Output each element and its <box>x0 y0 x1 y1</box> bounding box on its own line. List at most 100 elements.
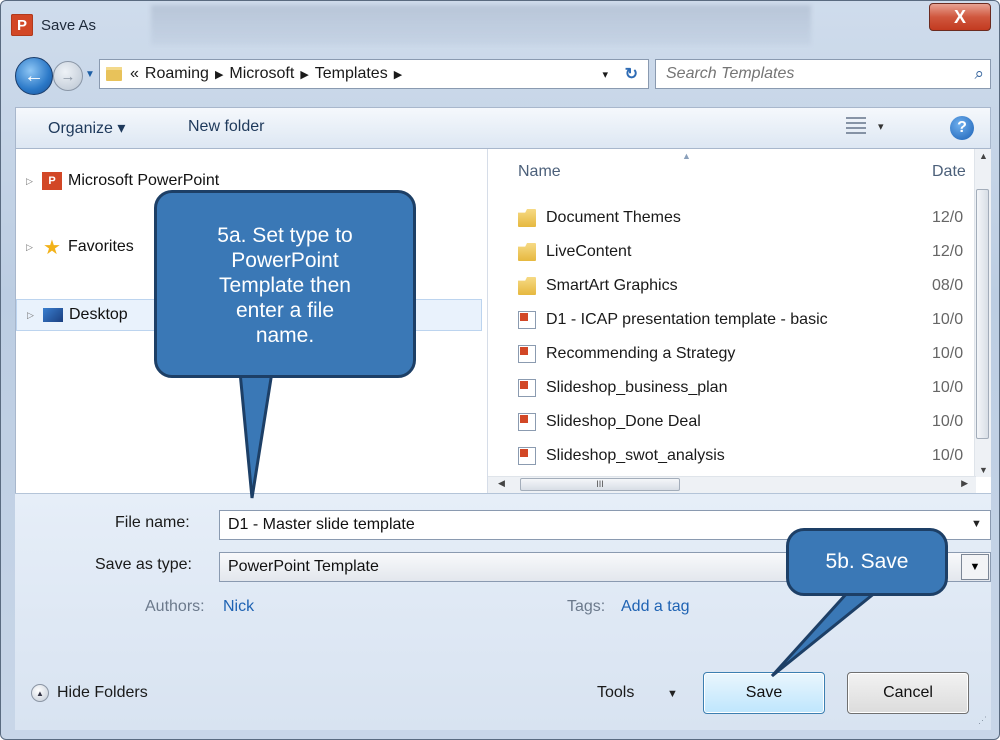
callout-line: name. <box>255 324 315 347</box>
file-name: SmartArt Graphics <box>546 277 678 294</box>
callout-set-type: 5a. Set type to PowerPoint Template then… <box>154 190 416 378</box>
address-bar[interactable]: « Roaming ▶ Microsoft ▶ Templates ▶ ▾ ↻ <box>99 59 649 89</box>
tree-item-label: Desktop <box>69 306 128 323</box>
powerpoint-file-icon <box>518 413 536 431</box>
hide-folders-label: Hide Folders <box>57 684 148 701</box>
expand-arrow-icon[interactable]: ▷ <box>27 310 37 321</box>
back-button[interactable]: ← <box>15 57 53 95</box>
file-row[interactable]: Document Themes <box>518 203 681 233</box>
expand-arrow-icon[interactable]: ▷ <box>26 176 36 187</box>
folder-icon <box>518 243 536 261</box>
scroll-down-icon[interactable]: ▼ <box>979 465 988 475</box>
powerpoint-app-icon: P <box>11 14 33 36</box>
help-icon[interactable]: ? <box>950 116 974 140</box>
desktop-icon <box>43 308 63 322</box>
vertical-scrollbar[interactable]: ▲ ▼ <box>974 149 991 477</box>
breadcrumb-overflow[interactable]: « <box>130 65 139 83</box>
file-date: 08/0 <box>932 277 964 294</box>
breadcrumb-separator[interactable]: ▶ <box>300 68 308 81</box>
view-options-icon[interactable] <box>846 117 866 137</box>
powerpoint-icon: P <box>42 172 62 190</box>
folder-icon <box>518 209 536 227</box>
expand-arrow-icon[interactable]: ▷ <box>26 242 36 253</box>
sort-ascending-icon: ▲ <box>682 151 691 161</box>
authors-label: Authors: <box>145 598 205 615</box>
tools-button[interactable]: Tools <box>597 684 634 702</box>
close-button[interactable]: X <box>929 3 991 31</box>
scroll-right-icon[interactable]: ▶ <box>961 478 968 489</box>
file-name: Document Themes <box>546 209 681 226</box>
address-dropdown-icon[interactable]: ▾ <box>602 68 608 81</box>
file-date: 12/0 <box>932 209 964 226</box>
scroll-up-icon[interactable]: ▲ <box>979 151 988 161</box>
navigation-bar: ← → ▼ « Roaming ▶ Microsoft ▶ Templates … <box>15 57 991 95</box>
breadcrumb-microsoft[interactable]: Microsoft <box>229 65 294 83</box>
save-button[interactable]: Save <box>703 672 825 714</box>
powerpoint-file-icon <box>518 345 536 363</box>
tree-item-label: Favorites <box>68 238 134 255</box>
file-row[interactable]: SmartArt Graphics <box>518 271 678 301</box>
refresh-icon[interactable]: ↻ <box>625 64 638 84</box>
organize-button[interactable]: Organize ▾ <box>48 118 125 138</box>
file-name: Slideshop_swot_analysis <box>546 447 725 464</box>
callout-save: 5b. Save <box>786 528 948 596</box>
breadcrumb-separator[interactable]: ▶ <box>215 68 223 81</box>
powerpoint-file-icon <box>518 447 536 465</box>
search-icon[interactable]: ⌕ <box>974 64 984 84</box>
breadcrumb-roaming[interactable]: Roaming <box>145 65 209 83</box>
folder-icon <box>518 277 536 295</box>
tags-value[interactable]: Add a tag <box>621 598 690 616</box>
file-list-pane: ▲ Name Date Document Themes 12/0 LiveConte… <box>487 149 991 493</box>
breadcrumb-templates[interactable]: Templates <box>315 65 388 83</box>
resize-grip-icon[interactable]: ⋰ <box>978 715 987 726</box>
tools-dropdown-icon[interactable]: ▼ <box>667 688 678 700</box>
background-window-ghost <box>151 5 811 45</box>
window-title: Save As <box>41 16 97 34</box>
cancel-button[interactable]: Cancel <box>847 672 969 714</box>
title-bar: P Save As <box>11 7 96 43</box>
search-input[interactable] <box>664 64 938 84</box>
file-date: 10/0 <box>932 345 964 362</box>
scroll-left-icon[interactable]: ◀ <box>498 478 505 489</box>
file-name: Slideshop_business_plan <box>546 379 728 396</box>
file-name: LiveContent <box>546 243 632 260</box>
powerpoint-file-icon <box>518 379 536 397</box>
file-name-dropdown-icon[interactable]: ▼ <box>971 518 982 530</box>
collapse-icon: ▲ <box>31 684 49 702</box>
save-as-type-dropdown-icon[interactable]: ▼ <box>961 554 989 580</box>
hide-folders-button[interactable]: ▲ Hide Folders <box>31 684 148 702</box>
command-toolbar: Organize ▾ New folder ▾ ? <box>15 107 991 149</box>
horizontal-scrollbar[interactable]: ◀ III ▶ <box>488 476 976 493</box>
callout-line: 5a. Set type to <box>217 224 353 247</box>
callout-line: PowerPoint <box>231 249 339 272</box>
star-icon: ★ <box>43 236 61 259</box>
tree-item-favorites[interactable]: ▷ ★ Favorites <box>16 231 134 263</box>
callout-line: enter a file <box>235 299 335 322</box>
file-row[interactable]: D1 - ICAP presentation template - basic <box>518 305 828 335</box>
file-name: D1 - ICAP presentation template - basic <box>546 311 828 328</box>
save-as-dialog: P Save As X ← → ▼ « Roaming ▶ Microsoft … <box>0 0 1000 740</box>
column-header-date[interactable]: Date <box>932 163 966 181</box>
recent-pages-dropdown[interactable]: ▼ <box>85 69 95 80</box>
save-as-type-label: Save as type: <box>95 556 192 573</box>
new-folder-button[interactable]: New folder <box>188 118 264 136</box>
view-dropdown-icon[interactable]: ▾ <box>878 120 884 133</box>
tags-label: Tags: <box>567 598 606 615</box>
file-date: 12/0 <box>932 243 964 260</box>
folder-icon <box>106 67 122 81</box>
scroll-thumb[interactable]: III <box>520 478 680 491</box>
breadcrumb-separator[interactable]: ▶ <box>394 68 402 81</box>
file-row[interactable]: Slideshop_swot_analysis <box>518 441 725 471</box>
tree-item-label: Microsoft PowerPoint <box>68 172 220 189</box>
file-row[interactable]: Recommending a Strategy <box>518 339 735 369</box>
column-header-name[interactable]: Name <box>518 163 561 181</box>
authors-value[interactable]: Nick <box>223 598 254 616</box>
file-row[interactable]: Slideshop_Done Deal <box>518 407 701 437</box>
file-name: Recommending a Strategy <box>546 345 736 362</box>
file-row[interactable]: LiveContent <box>518 237 631 267</box>
search-box[interactable]: ⌕ <box>655 59 991 89</box>
file-name: Slideshop_Done Deal <box>546 413 701 430</box>
scroll-thumb[interactable] <box>976 189 989 439</box>
file-row[interactable]: Slideshop_business_plan <box>518 373 727 403</box>
forward-button[interactable]: → <box>53 61 83 91</box>
